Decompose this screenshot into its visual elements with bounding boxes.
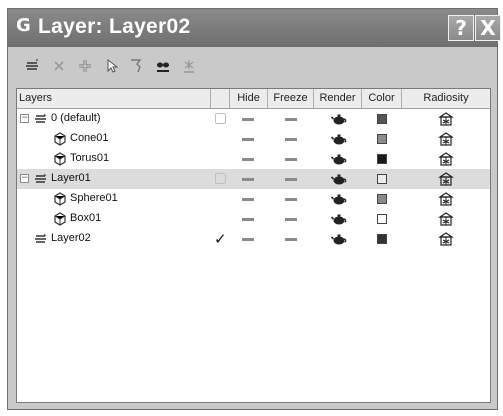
hide-toggle[interactable] bbox=[242, 118, 254, 121]
object-name: Cone01 bbox=[70, 132, 109, 144]
set-current-box[interactable] bbox=[215, 113, 226, 124]
list-header: Layers Hide Freeze Render Color Radiosit… bbox=[17, 89, 490, 109]
highlight-selected-icon[interactable] bbox=[126, 55, 148, 77]
hide-toggle[interactable] bbox=[242, 178, 254, 181]
color-swatch[interactable] bbox=[377, 214, 387, 224]
freeze-toggle[interactable] bbox=[285, 118, 297, 121]
object-row[interactable]: Torus01 bbox=[17, 149, 490, 169]
radiosity-icon[interactable] bbox=[438, 212, 454, 227]
object-cube-icon bbox=[53, 212, 67, 226]
hide-toggle[interactable] bbox=[242, 158, 254, 161]
render-teapot-icon[interactable] bbox=[330, 213, 347, 225]
object-row[interactable]: Sphere01 bbox=[17, 189, 490, 209]
freeze-toggle[interactable] bbox=[285, 138, 297, 141]
radiosity-icon[interactable] bbox=[438, 232, 454, 247]
layer-row[interactable]: Layer02 ✓ bbox=[17, 229, 490, 249]
window-title: Layer: Layer02 bbox=[38, 15, 191, 38]
color-swatch[interactable] bbox=[377, 134, 387, 144]
layer-stack-icon bbox=[34, 112, 48, 126]
object-cube-icon bbox=[53, 132, 67, 146]
color-swatch[interactable] bbox=[377, 194, 387, 204]
color-swatch[interactable] bbox=[377, 114, 387, 124]
app-icon: G bbox=[16, 15, 31, 36]
color-swatch[interactable] bbox=[377, 234, 387, 244]
render-teapot-icon[interactable] bbox=[330, 233, 347, 245]
header-current bbox=[211, 89, 230, 108]
object-row[interactable]: Box01 bbox=[17, 209, 490, 229]
hide-all-icon[interactable] bbox=[152, 55, 174, 77]
select-objects-icon[interactable] bbox=[100, 55, 122, 77]
title-bar[interactable]: G Layer: Layer02 ? X bbox=[8, 9, 501, 47]
freeze-all-icon[interactable] bbox=[178, 55, 200, 77]
set-current-box[interactable] bbox=[215, 173, 226, 184]
header-hide[interactable]: Hide bbox=[230, 89, 268, 108]
hide-toggle[interactable] bbox=[242, 198, 254, 201]
color-swatch[interactable] bbox=[377, 154, 387, 164]
header-layers[interactable]: Layers bbox=[17, 89, 211, 108]
current-layer-check-icon[interactable]: ✓ bbox=[214, 230, 227, 248]
object-cube-icon bbox=[53, 152, 67, 166]
object-cube-icon bbox=[53, 192, 67, 206]
hide-toggle[interactable] bbox=[242, 238, 254, 241]
header-radiosity[interactable]: Radiosity bbox=[402, 89, 490, 108]
render-teapot-icon[interactable] bbox=[330, 173, 347, 185]
render-teapot-icon[interactable] bbox=[330, 133, 347, 145]
layer-list: Layers Hide Freeze Render Color Radiosit… bbox=[16, 88, 491, 403]
layer-dialog: G Layer: Layer02 ? X Layers Hide Freeze … bbox=[7, 8, 501, 410]
create-layer-icon[interactable] bbox=[22, 55, 44, 77]
freeze-toggle[interactable] bbox=[285, 178, 297, 181]
layer-name: Layer02 bbox=[51, 232, 91, 244]
layer-stack-icon bbox=[34, 172, 48, 186]
object-name: Box01 bbox=[70, 212, 102, 224]
object-name: Torus01 bbox=[70, 152, 110, 164]
render-teapot-icon[interactable] bbox=[330, 153, 347, 165]
header-render[interactable]: Render bbox=[314, 89, 362, 108]
radiosity-icon[interactable] bbox=[438, 172, 454, 187]
layer-name: Layer01 bbox=[51, 172, 91, 184]
header-color[interactable]: Color bbox=[362, 89, 402, 108]
collapse-toggle-icon[interactable]: − bbox=[20, 114, 29, 123]
collapse-toggle-icon[interactable]: − bbox=[20, 174, 29, 183]
toolbar bbox=[8, 47, 497, 85]
object-name: Sphere01 bbox=[70, 192, 118, 204]
layer-row[interactable]: − 0 (default) bbox=[17, 109, 490, 129]
freeze-toggle[interactable] bbox=[285, 238, 297, 241]
freeze-toggle[interactable] bbox=[285, 198, 297, 201]
radiosity-icon[interactable] bbox=[438, 152, 454, 167]
layer-row[interactable]: − Layer01 bbox=[17, 169, 490, 189]
render-teapot-icon[interactable] bbox=[330, 193, 347, 205]
layer-stack-icon bbox=[34, 232, 48, 246]
freeze-toggle[interactable] bbox=[285, 158, 297, 161]
object-row[interactable]: Cone01 bbox=[17, 129, 490, 149]
layer-name: 0 (default) bbox=[51, 112, 101, 124]
close-button[interactable]: X bbox=[475, 15, 501, 41]
help-button[interactable]: ? bbox=[448, 15, 474, 41]
delete-layer-icon[interactable] bbox=[48, 55, 70, 77]
freeze-toggle[interactable] bbox=[285, 218, 297, 221]
radiosity-icon[interactable] bbox=[438, 132, 454, 147]
header-freeze[interactable]: Freeze bbox=[268, 89, 314, 108]
color-swatch[interactable] bbox=[377, 174, 387, 184]
radiosity-icon[interactable] bbox=[438, 192, 454, 207]
hide-toggle[interactable] bbox=[242, 138, 254, 141]
add-to-layer-icon[interactable] bbox=[74, 55, 96, 77]
hide-toggle[interactable] bbox=[242, 218, 254, 221]
render-teapot-icon[interactable] bbox=[330, 113, 347, 125]
radiosity-icon[interactable] bbox=[438, 112, 454, 127]
